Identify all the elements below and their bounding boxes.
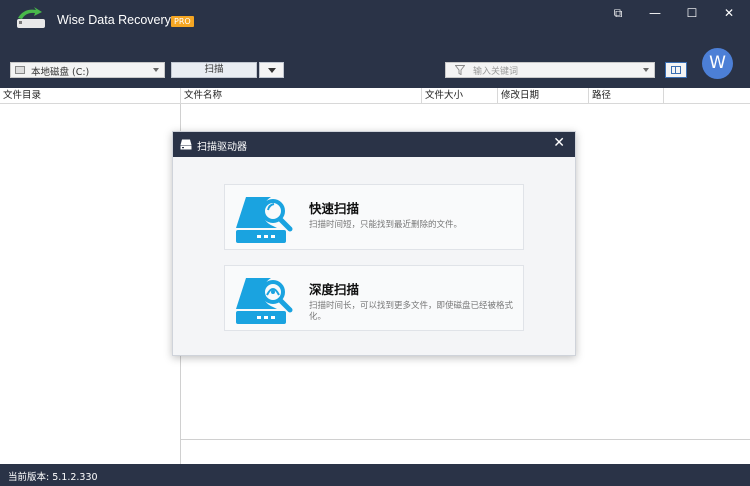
quick-scan-option[interactable]: 快速扫描 扫描时间短，只能找到最近删除的文件。 [224,184,524,250]
maximize-button[interactable]: ☐ [678,5,706,21]
column-path[interactable]: 路径 [589,88,664,103]
filter-icon [455,65,465,75]
close-button[interactable]: ✕ [715,5,743,21]
scan-drive-dialog: 扫描驱动器 ✕ 快速扫描 扫描时间短，只能找到最近删除的文件。 深度扫描 扫描时… [172,131,576,356]
avatar[interactable]: W [702,48,733,79]
app-title: Wise Data Recovery [57,13,171,27]
quick-scan-description: 扫描时间短，只能找到最近删除的文件。 [309,220,463,230]
column-size[interactable]: 文件大小 [422,88,498,103]
drive-icon [180,139,192,150]
quick-scan-icon [236,197,293,243]
search-placeholder: 输入关键词 [473,67,519,77]
deep-scan-option[interactable]: 深度扫描 扫描时间长，可以找到更多文件，即使磁盘已经被格式化。 [224,265,524,331]
dialog-header: 扫描驱动器 ✕ [173,132,575,157]
status-bar: 当前版本: 5.1.2.330 [0,464,750,486]
close-icon[interactable]: ✕ [553,135,565,151]
layout-icon [671,66,681,74]
drive-select[interactable]: 本地磁盘 (C:) [10,62,165,78]
pro-badge: PRO [171,16,194,27]
preview-divider [181,439,750,440]
quick-scan-title: 快速扫描 [309,201,360,216]
layout-toggle-button[interactable] [665,62,687,78]
scan-button[interactable]: 扫描 [171,62,257,78]
chevron-down-icon [153,68,159,72]
restore-icon[interactable]: ⧉ [604,5,632,21]
drive-icon [15,66,25,74]
toolbar: 本地磁盘 (C:) 扫描 输入关键词 W [0,38,750,88]
column-modified[interactable]: 修改日期 [498,88,589,103]
drive-select-label: 本地磁盘 (C:) [31,67,90,78]
deep-scan-title: 深度扫描 [309,282,360,297]
dialog-title: 扫描驱动器 [197,142,247,153]
deep-scan-description: 扫描时间长，可以找到更多文件，即使磁盘已经被格式化。 [309,301,514,322]
scan-dropdown-button[interactable] [259,62,284,78]
column-header: 文件目录 文件名称 文件大小 修改日期 路径 [0,88,750,104]
search-input[interactable]: 输入关键词 [445,62,655,78]
column-directory[interactable]: 文件目录 [0,88,181,103]
minimize-button[interactable]: — [641,5,669,21]
deep-scan-icon [236,278,293,324]
chevron-down-icon [268,68,276,73]
version-text: 当前版本: 5.1.2.330 [8,472,98,483]
chevron-down-icon[interactable] [643,68,649,72]
app-logo-icon [17,7,45,28]
title-bar: Wise Data Recovery PRO ⧉ — ☐ ✕ [0,0,750,38]
column-name[interactable]: 文件名称 [181,88,422,103]
